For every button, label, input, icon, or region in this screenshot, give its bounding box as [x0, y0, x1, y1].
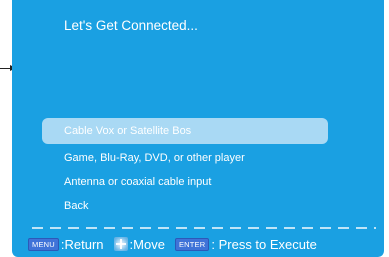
menu-item-cable-box[interactable]: Cable Vox or Satellite Bos — [42, 118, 328, 144]
screen-title: Let's Get Connected... — [64, 18, 198, 33]
input-source-menu: Cable Vox or Satellite Bos Game, Blu-Ray… — [42, 118, 328, 218]
key-hint-bar: MENU :Return :Move ENTER : Press to Exec… — [28, 235, 317, 253]
directional-pad-icon — [113, 237, 128, 251]
tv-screen: Let's Get Connected... Cable Vox or Sate… — [12, 0, 384, 257]
tv-menu-stage: Let's Get Connected... Cable Vox or Sate… — [0, 0, 389, 257]
move-hint: :Move — [129, 236, 165, 252]
menu-key-badge: MENU — [28, 237, 59, 251]
menu-item-game-player[interactable]: Game, Blu-Ray, DVD, or other player — [42, 146, 328, 170]
menu-item-back[interactable]: Back — [42, 194, 328, 218]
enter-key-badge: ENTER — [174, 237, 210, 251]
footer-divider — [32, 227, 376, 229]
menu-item-antenna[interactable]: Antenna or coaxial cable input — [42, 170, 328, 194]
return-hint: :Return — [60, 236, 104, 252]
execute-hint: : Press to Execute — [211, 236, 317, 252]
